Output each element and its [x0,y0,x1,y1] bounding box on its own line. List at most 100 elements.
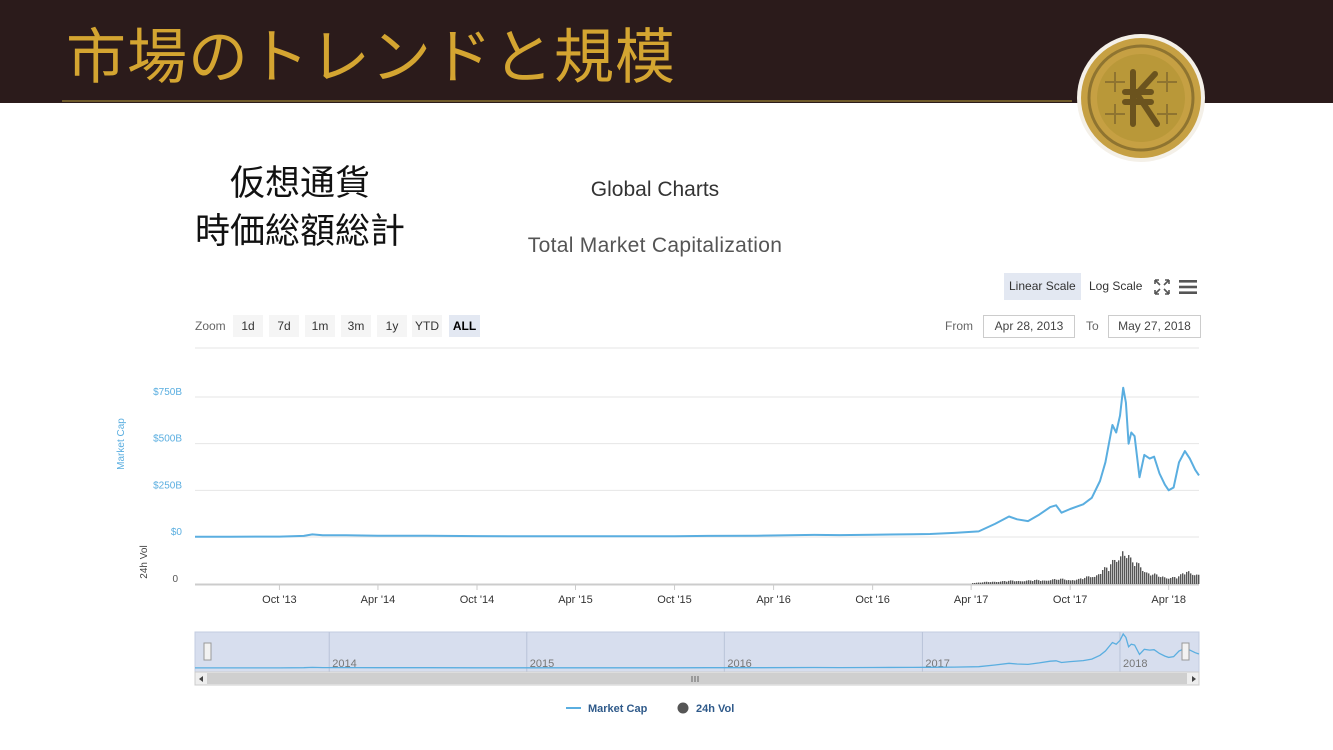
volume-bar [1114,559,1116,584]
x-tick-label: Apr '18 [1151,594,1186,606]
navigator-right-handle [1181,642,1190,661]
volume-bar [972,583,974,584]
volume-bar [1014,581,1016,584]
volume-bar [1154,573,1156,584]
volume-bar [1070,580,1072,584]
market-cap-chart: $0 $250B $500B $750B Market Cap 0 24h Vol Oct '… [116,347,1200,715]
y-tick-label: $750B [153,387,182,398]
y-tick-label: $0 [171,527,183,538]
volume-bar [1192,574,1194,584]
volume-bar [1004,581,1006,584]
x-tick-label: Oct '14 [460,594,495,606]
volume-bar [1092,577,1094,584]
volume-bar [1122,551,1124,584]
volume-bar [976,582,978,584]
volume-bar [1170,577,1172,584]
volume-bar [1112,559,1114,584]
volume-bar [1030,580,1032,584]
volume-bar [990,582,992,584]
volume-bar [1104,567,1106,584]
volume-bar [1044,580,1046,584]
volume-bar [1058,579,1060,584]
volume-bar [1008,580,1010,584]
volume-bar [1106,567,1108,584]
volume-bar [1150,575,1152,584]
volume-bar [1032,581,1034,584]
volume-bar [1086,576,1088,584]
volume-bar [1142,570,1144,584]
volume-bar [1198,574,1200,584]
volume-bar [1190,573,1192,584]
legend-volume-swatch [677,702,689,714]
volume-bar [978,582,980,584]
x-tick-label: Apr '16 [756,594,791,606]
volume-bar [1054,579,1056,584]
volume-bar [1052,579,1054,584]
volume-bar [1174,577,1176,584]
volume-bar [982,582,984,584]
volume-bar [1056,579,1058,584]
volume-bar [1096,575,1098,584]
volume-bar [1080,578,1082,584]
volume-bar [1102,570,1104,584]
volume-bar [1022,581,1024,584]
volume-bar [1162,576,1164,584]
x-tick-label: Apr '14 [361,594,396,606]
volume-bar [1036,579,1038,584]
volume-bar [1196,574,1198,584]
volume-bar [1124,555,1126,584]
volume-bar [1034,580,1036,584]
volume-bar [1100,573,1102,584]
volume-bar [1152,574,1154,584]
volume-bar [1090,577,1092,584]
volume-bar [1006,581,1008,584]
volume-bar [988,582,990,584]
volume-bar [1072,580,1074,584]
legend-market-cap-label: Market Cap [588,703,648,715]
volume-bar [1050,580,1052,584]
legend-volume-label: 24h Vol [696,703,734,715]
volume-bar [1160,577,1162,584]
volume-bar [1042,580,1044,584]
volume-bar [1144,572,1146,584]
x-tick-label: Oct '15 [657,594,692,606]
x-tick-label: Oct '17 [1053,594,1088,606]
volume-tick-label: 0 [172,574,178,585]
volume-bar [1172,576,1174,584]
volume-bar [1066,580,1068,584]
x-tick-label: Oct '16 [855,594,890,606]
volume-bar [1182,573,1184,584]
volume-bar [1158,576,1160,584]
volume-bar [1168,578,1170,584]
volume-bar [1194,575,1196,584]
volume-bar [1000,581,1002,584]
volume-bar [1130,557,1132,584]
volume-bar [1024,581,1026,584]
volume-bar [1132,562,1134,584]
volume-bar [1010,580,1012,584]
volume-bar [1110,564,1112,584]
volume-bar [1116,561,1118,584]
volume-bar [986,581,988,584]
volume-bar [1184,574,1186,584]
volume-bar [1062,578,1064,584]
volume-axis-label: 24h Vol [139,545,150,578]
y-tick-label: $500B [153,434,182,445]
y-axis-label: Market Cap [116,418,127,470]
volume-bar [998,581,1000,584]
volume-bar [984,581,986,584]
volume-bar [1040,580,1042,584]
volume-bar [1068,580,1070,584]
volume-bar [1126,558,1128,584]
volume-bar [1026,580,1028,584]
volume-bar [1074,580,1076,584]
volume-bar [1146,572,1148,584]
market-cap-line [195,386,1200,538]
volume-bar [1020,581,1022,584]
volume-bar [1094,576,1096,584]
y-tick-label: $250B [153,480,182,491]
volume-bar [1186,571,1188,584]
volume-bar [1156,574,1158,584]
volume-bar [1128,555,1130,584]
volume-bar [1002,581,1004,584]
